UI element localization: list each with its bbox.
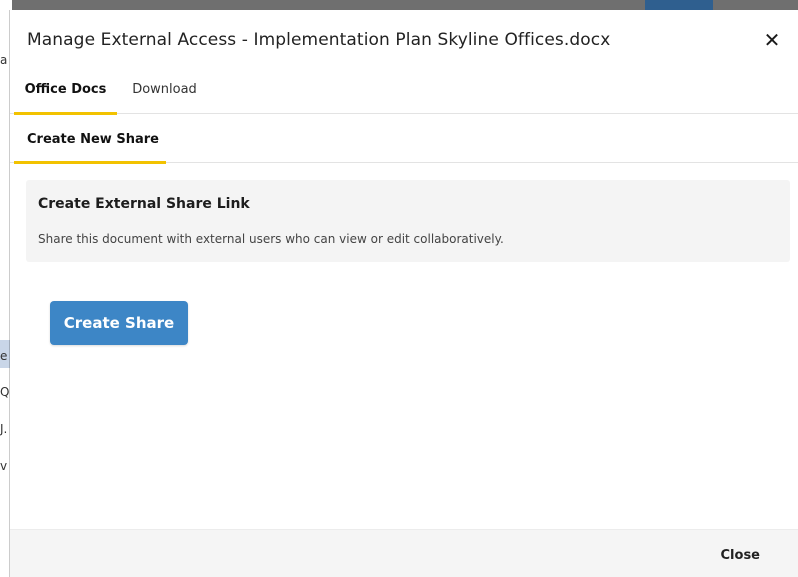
background-text-fragment: J. — [0, 422, 8, 436]
manage-external-access-dialog: Manage External Access - Implementation … — [10, 10, 798, 577]
dialog-footer: Close — [10, 529, 798, 577]
panel-description: Share this document with external users … — [38, 232, 504, 246]
modal-backdrop: a e Q J. v Manage External Access - Impl… — [0, 0, 798, 577]
close-icon[interactable]: ✕ — [760, 30, 784, 54]
dialog-header: Manage External Access - Implementation … — [10, 10, 798, 72]
background-text-fragment: Q — [0, 385, 10, 399]
dialog-title: Manage External Access - Implementation … — [27, 30, 611, 50]
background-header-accent — [645, 0, 713, 10]
tab-bar: Office Docs Download — [10, 76, 798, 115]
tab-download[interactable]: Download — [122, 76, 207, 114]
tab-office-docs[interactable]: Office Docs — [14, 76, 117, 115]
background-text-fragment: e — [0, 349, 8, 363]
subtab-bar: Create New Share — [10, 123, 798, 164]
close-button[interactable]: Close — [721, 548, 760, 563]
create-share-button[interactable]: Create Share — [50, 301, 188, 345]
subtab-create-new-share[interactable]: Create New Share — [14, 123, 166, 164]
background-text-fragment: v — [0, 459, 8, 473]
panel-title: Create External Share Link — [38, 196, 250, 212]
background-text-fragment: a — [0, 53, 8, 67]
share-link-panel: Create External Share Link Share this do… — [26, 180, 790, 262]
